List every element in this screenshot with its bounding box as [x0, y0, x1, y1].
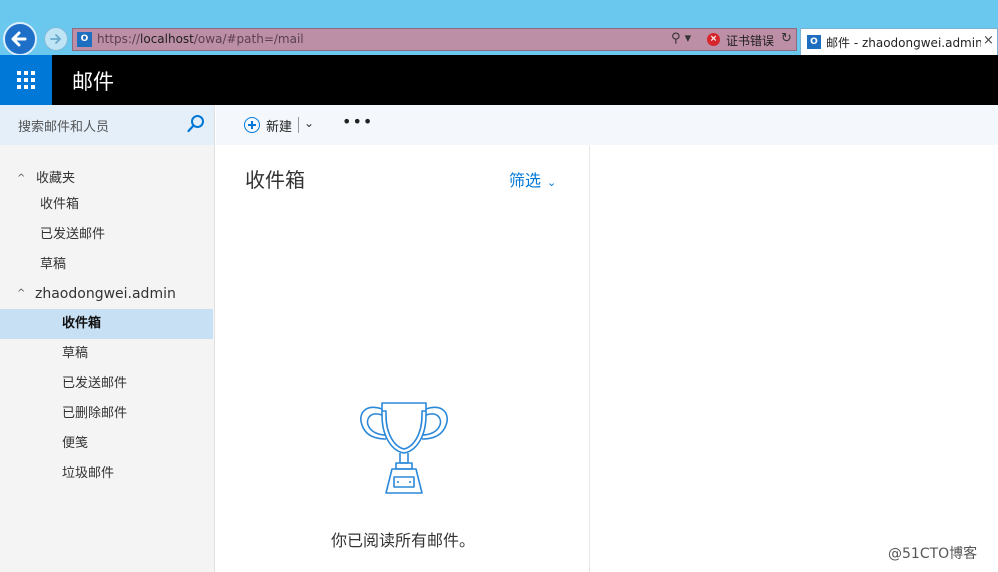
favorite-sent[interactable]: 已发送邮件 [0, 220, 213, 250]
outlook-icon: O [807, 35, 821, 49]
browser-chrome: O https://localhost/owa/#path=/mail ⚲ ▾ … [0, 0, 998, 56]
folder-deleted[interactable]: 已删除邮件 [0, 399, 213, 429]
folder-inbox[interactable]: 收件箱 [0, 309, 213, 339]
top-bar: 邮件 [0, 55, 998, 105]
search-dropdown-icon[interactable]: ⚲ ▾ [671, 31, 691, 46]
new-button-label: 新建 [266, 120, 293, 135]
reading-pane [591, 145, 998, 572]
address-url[interactable]: https://localhost/owa/#path=/mail [97, 32, 304, 46]
folder-junk[interactable]: 垃圾邮件 [0, 459, 213, 489]
watermark: @51CTO博客 [888, 546, 978, 562]
folder-pane: 搜索邮件和人员 ^ 收藏夹 收件箱 已发送邮件 草稿 ^ zhaodongwei… [0, 105, 215, 572]
folder-title: 收件箱 [245, 168, 305, 192]
plus-circle-icon [244, 117, 260, 133]
message-list-pane: 收件箱 筛选 ⌄ 你已阅读所有邮件。 [216, 145, 590, 572]
search-input[interactable]: 搜索邮件和人员 [18, 116, 109, 135]
chevron-down-icon: ⌄ [547, 176, 557, 189]
folder-sent[interactable]: 已发送邮件 [0, 369, 213, 399]
forward-button[interactable] [44, 27, 68, 51]
favorite-inbox[interactable]: 收件箱 [0, 190, 213, 220]
tab-title: 邮件 - zhaodongwei.admin... [826, 36, 981, 50]
trophy-icon [360, 402, 448, 494]
address-bar[interactable]: O https://localhost/owa/#path=/mail ⚲ ▾ … [72, 28, 797, 51]
back-button[interactable] [3, 22, 37, 56]
command-bar: 新建 ⌄ ••• [216, 105, 998, 145]
app-title: 邮件 [72, 70, 114, 94]
arrow-left-icon [11, 31, 27, 47]
search-icon[interactable] [186, 114, 206, 134]
browser-tab[interactable]: O 邮件 - zhaodongwei.admin... × [800, 28, 998, 55]
account-header[interactable]: ^ zhaodongwei.admin [0, 279, 213, 309]
new-dropdown-chevron-icon[interactable]: ⌄ [304, 116, 314, 130]
refresh-icon[interactable]: ↻ [781, 31, 792, 46]
chevron-up-icon: ^ [17, 288, 26, 299]
app-launcher-button[interactable] [0, 55, 52, 105]
outlook-icon: O [77, 32, 92, 47]
arrow-right-icon [50, 34, 61, 44]
folder-notes[interactable]: 便笺 [0, 429, 213, 459]
search-box[interactable]: 搜索邮件和人员 [0, 105, 214, 145]
favorite-drafts[interactable]: 草稿 [0, 250, 213, 280]
divider [298, 117, 299, 133]
more-options-button[interactable]: ••• [342, 112, 373, 131]
certificate-error[interactable]: 证书错误 [726, 32, 774, 49]
filter-button[interactable]: 筛选 ⌄ [509, 167, 556, 191]
folder-drafts[interactable]: 草稿 [0, 339, 213, 369]
close-tab-icon[interactable]: × [983, 33, 994, 48]
empty-inbox-message: 你已阅读所有邮件。 [330, 531, 475, 550]
error-icon: × [707, 33, 720, 46]
